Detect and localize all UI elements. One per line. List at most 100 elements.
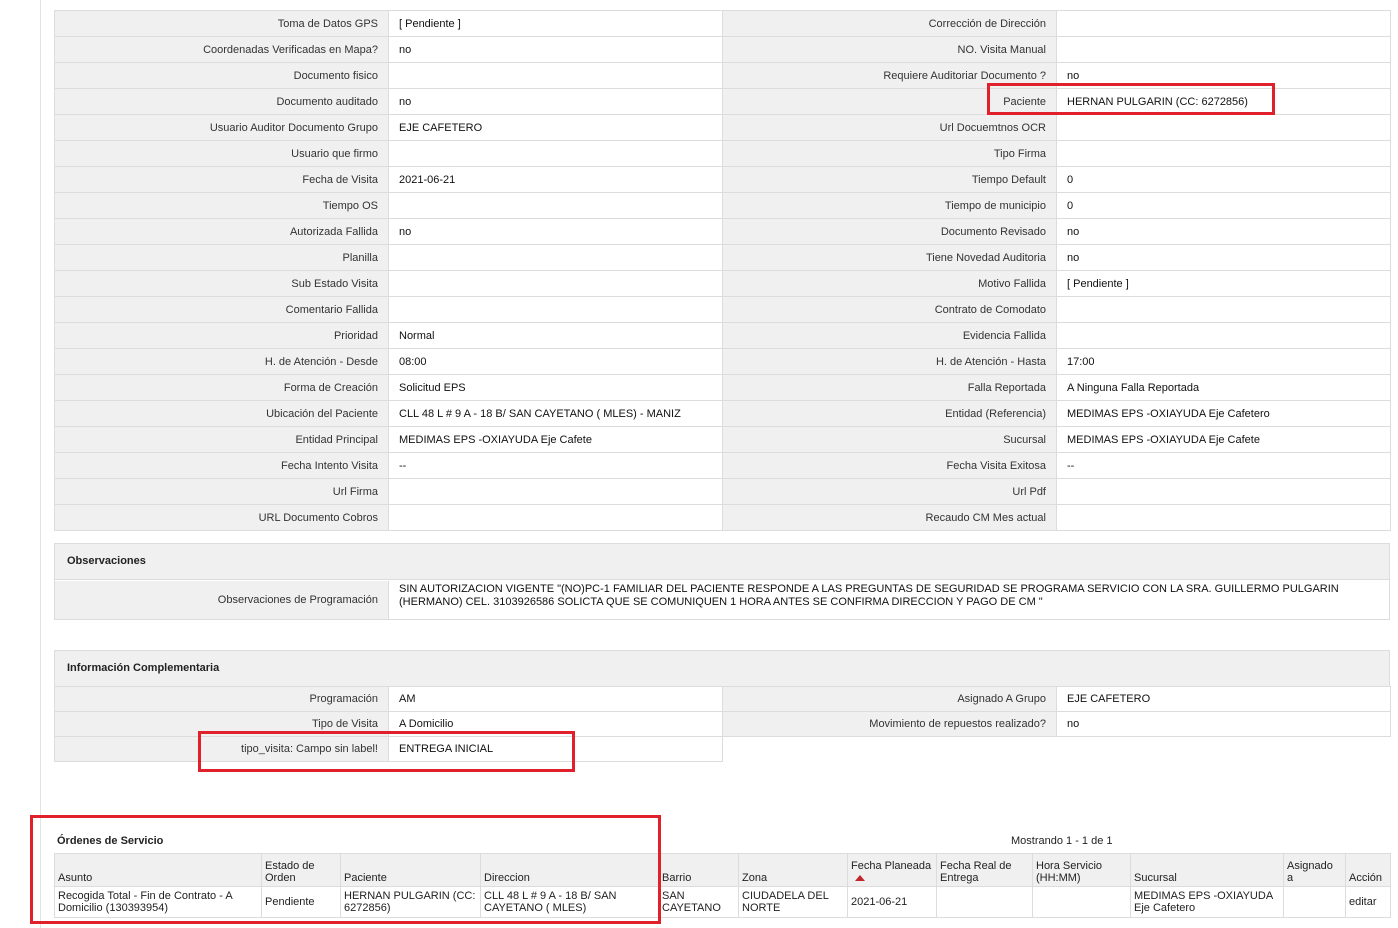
detail-row: Url Firma Url Pdf: [54, 478, 1391, 505]
field-label: Comentario Fallida: [54, 296, 389, 323]
col-fecha-real[interactable]: Fecha Real de Entrega: [936, 853, 1033, 887]
field-label: Documento fisico: [54, 62, 389, 89]
field-value: 0: [1056, 192, 1391, 219]
cell-hora: [1032, 886, 1131, 918]
cell-barrio: SAN CAYETANO: [658, 886, 739, 918]
field-label: Tiempo Default: [722, 166, 1057, 193]
field-value: MEDIMAS EPS -OXIAYUDA Eje Cafete: [1056, 426, 1391, 453]
field-label: Url Pdf: [722, 478, 1057, 505]
field-value: [1056, 322, 1391, 349]
field-label: Movimiento de repuestos realizado?: [722, 711, 1057, 737]
field-value: [388, 270, 723, 297]
field-value: [388, 244, 723, 271]
observaciones-text: SIN AUTORIZACION VIGENTE "(NO)PC-1 FAMIL…: [389, 581, 1389, 619]
col-zona[interactable]: Zona: [738, 853, 848, 887]
field-value: [1056, 140, 1391, 167]
field-value: AM: [388, 686, 723, 712]
cell-accion: editar: [1345, 886, 1391, 918]
col-hora[interactable]: Hora Servicio (HH:MM): [1032, 853, 1131, 887]
field-value: [1056, 10, 1391, 37]
field-value: Solicitud EPS: [388, 374, 723, 401]
orders-count: Mostrando 1 - 1 de 1: [1011, 835, 1113, 847]
detail-row: Comentario Fallida Contrato de Comodato: [54, 296, 1391, 323]
detail-row: Prioridad Normal Evidencia Fallida: [54, 322, 1391, 349]
field-label: Entidad (Referencia): [722, 400, 1057, 427]
detail-row: Usuario que firmo Tipo Firma: [54, 140, 1391, 167]
field-value: 2021-06-21: [388, 166, 723, 193]
field-label: Forma de Creación: [54, 374, 389, 401]
detail-row: Fecha Intento Visita -- Fecha Visita Exito…: [54, 452, 1391, 479]
field-value: [388, 62, 723, 89]
field-label: Autorizada Fallida: [54, 218, 389, 245]
field-value: [ Pendiente ]: [388, 10, 723, 37]
field-label: Sub Estado Visita: [54, 270, 389, 297]
field-label: Documento auditado: [54, 88, 389, 115]
field-label: Tiene Novedad Auditoria: [722, 244, 1057, 271]
detail-row: Usuario Auditor Documento Grupo EJE CAFET…: [54, 114, 1391, 141]
col-accion: Acción: [1345, 853, 1391, 887]
field-label: Programación: [54, 686, 389, 712]
field-label: Toma de Datos GPS: [54, 10, 389, 37]
field-label: Tiempo de municipio: [722, 192, 1057, 219]
field-value: no: [388, 88, 723, 115]
field-label: Falla Reportada: [722, 374, 1057, 401]
detail-row: Autorizada Fallida no Documento Revisado no: [54, 218, 1391, 245]
field-label: Documento Revisado: [722, 218, 1057, 245]
col-fecha-planeada[interactable]: Fecha Planeada: [847, 853, 937, 887]
field-label: Url Docuemtnos OCR: [722, 114, 1057, 141]
field-label: Sucursal: [722, 426, 1057, 453]
highlight-tipo-visita: [198, 731, 575, 772]
cell-fecha-real: [936, 886, 1033, 918]
info-complementaria-section: Información Complementaria: [54, 650, 1390, 687]
field-value: 0: [1056, 166, 1391, 193]
cell-asignado: [1283, 886, 1346, 918]
field-label: Usuario que firmo: [54, 140, 389, 167]
detail-row: H. de Atención - Desde 08:00 H. de Atenció…: [54, 348, 1391, 375]
field-label: Fecha Intento Visita: [54, 452, 389, 479]
detail-row: Tiempo OS Tiempo de municipio 0: [54, 192, 1391, 219]
field-label: Tiempo OS: [54, 192, 389, 219]
field-label: Fecha de Visita: [54, 166, 389, 193]
field-label: Fecha Visita Exitosa: [722, 452, 1057, 479]
sort-asc-icon: [855, 875, 865, 881]
field-value: 08:00: [388, 348, 723, 375]
field-value: --: [388, 452, 723, 479]
field-value: [388, 140, 723, 167]
col-fecha-planeada-label: Fecha Planeada: [851, 860, 932, 872]
field-value: EJE CAFETERO: [1056, 686, 1391, 712]
field-value: A Ninguna Falla Reportada: [1056, 374, 1391, 401]
observaciones-label: Observaciones de Programación: [55, 581, 389, 619]
field-value: [388, 296, 723, 323]
col-sucursal[interactable]: Sucursal: [1130, 853, 1284, 887]
cell-fecha-planeada: 2021-06-21: [847, 886, 937, 918]
field-value: MEDIMAS EPS -OXIAYUDA Eje Cafete: [388, 426, 723, 453]
field-label: URL Documento Cobros: [54, 504, 389, 531]
field-value: no: [1056, 711, 1391, 737]
observaciones-title: Observaciones: [55, 544, 1389, 580]
highlight-paciente: [987, 83, 1275, 115]
field-label: Ubicación del Paciente: [54, 400, 389, 427]
field-value: [388, 504, 723, 531]
field-label: H. de Atención - Desde: [54, 348, 389, 375]
field-label: Motivo Fallida: [722, 270, 1057, 297]
cell-zona: CIUDADELA DEL NORTE: [738, 886, 848, 918]
col-asignado[interactable]: Asignado a: [1283, 853, 1346, 887]
field-label: Contrato de Comodato: [722, 296, 1057, 323]
detail-row: Sub Estado Visita Motivo Fallida[ Pendien…: [54, 270, 1391, 297]
highlight-orders: [30, 815, 661, 924]
field-value: [1056, 36, 1391, 63]
detail-row: Forma de Creación Solicitud EPS Falla Repo…: [54, 374, 1391, 401]
observaciones-section: Observaciones Observaciones de Programac…: [54, 543, 1390, 620]
field-value: Normal: [388, 322, 723, 349]
field-value: [1056, 504, 1391, 531]
field-value: [1056, 296, 1391, 323]
edit-link[interactable]: editar: [1349, 896, 1377, 908]
field-label: Evidencia Fallida: [722, 322, 1057, 349]
detail-row: Entidad Principal MEDIMAS EPS -OXIAYUDA E…: [54, 426, 1391, 453]
info-complementaria-title: Información Complementaria: [55, 651, 1389, 687]
field-label: NO. Visita Manual: [722, 36, 1057, 63]
left-border: [40, 0, 41, 928]
col-barrio[interactable]: Barrio: [658, 853, 739, 887]
field-label: Tipo Firma: [722, 140, 1057, 167]
field-label: Asignado A Grupo: [722, 686, 1057, 712]
